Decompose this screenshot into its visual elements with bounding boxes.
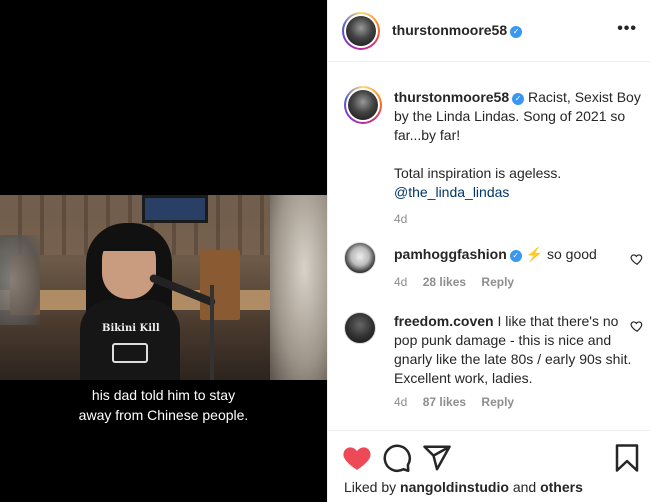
comment-bubble-icon[interactable]: [382, 443, 412, 473]
comment-body: ⚡ so good: [525, 246, 597, 262]
caption-timestamp[interactable]: 4d: [394, 210, 644, 229]
caption-text: thurstonmoore58 ✓ Racist, Sexist Boy by t…: [394, 88, 644, 229]
subtitle-line-2: away from Chinese people.: [78, 407, 249, 423]
person-bangs: [98, 227, 160, 251]
liked-by-joiner: and: [512, 479, 537, 495]
comment-like-heart-icon[interactable]: [630, 319, 644, 333]
caption-body-2: Total inspiration is ageless.: [394, 165, 562, 181]
bookmark-save-icon[interactable]: [612, 443, 642, 473]
comment-item: freedom.coven I like that there's no pop…: [344, 312, 644, 412]
avatar-image: [346, 16, 376, 46]
comment-username[interactable]: pamhoggfashion: [394, 246, 507, 262]
subtitle-line-1: his dad told him to stay: [91, 387, 236, 403]
comment-item: pamhoggfashion ✓ ⚡ so good 4d 28 likes Re…: [344, 242, 644, 292]
post-header: thurstonmoore58 ✓ •••: [328, 0, 650, 62]
comment-likes[interactable]: 87 likes: [423, 395, 466, 409]
comment-meta: 4d 28 likes Reply: [394, 275, 526, 289]
person-shirt: [80, 300, 180, 380]
comment-avatar[interactable]: [344, 242, 376, 274]
comment-text: pamhoggfashion ✓ ⚡ so good: [394, 245, 634, 264]
video-frame[interactable]: Bikini Kill: [0, 195, 327, 380]
verified-badge-icon: ✓: [512, 93, 525, 105]
avatar-image: [348, 90, 378, 120]
video-panel[interactable]: Bikini Kill his dad told him to stay awa…: [0, 0, 327, 502]
chair-background: [200, 250, 240, 320]
post-side-panel: thurstonmoore58 ✓ ••• thurstonmoore58 ✓ Ra…: [327, 0, 650, 502]
header-user: thurstonmoore58 ✓: [392, 22, 523, 40]
liked-by-others-link[interactable]: others: [540, 479, 583, 495]
shirt-print: [112, 343, 148, 363]
liked-by-summary: Liked by nangoldinstudio and others: [344, 479, 583, 495]
comment-username[interactable]: freedom.coven: [394, 313, 494, 329]
microphone-stand: [210, 285, 214, 380]
blurred-foreground-right: [270, 195, 327, 380]
like-heart-icon[interactable]: [342, 443, 372, 473]
comment-like-heart-icon[interactable]: [630, 252, 644, 266]
comment-meta: 4d 87 likes Reply: [394, 395, 526, 409]
verified-badge-icon: ✓: [509, 250, 522, 262]
header-username[interactable]: thurstonmoore58: [392, 22, 507, 38]
more-options-icon[interactable]: •••: [617, 20, 637, 38]
liked-by-prefix: Liked by: [344, 479, 397, 495]
shirt-logo-text: Bikini Kill: [102, 323, 160, 334]
comment-reply-button[interactable]: Reply: [481, 395, 514, 409]
comment-timestamp[interactable]: 4d: [394, 395, 407, 409]
blurred-foreground-left: [0, 235, 40, 325]
video-subtitle: his dad told him to stay away from Chine…: [0, 385, 327, 425]
comment-likes[interactable]: 28 likes: [423, 275, 466, 289]
comment-text: freedom.coven I like that there's no pop…: [394, 312, 634, 388]
liked-by-user-link[interactable]: nangoldinstudio: [400, 479, 509, 495]
comment-reply-button[interactable]: Reply: [481, 275, 514, 289]
share-send-icon[interactable]: [422, 443, 452, 473]
monitor-background: [142, 195, 208, 223]
post-actions: Liked by nangoldinstudio and others: [328, 430, 650, 502]
header-avatar[interactable]: [342, 12, 380, 50]
comment-timestamp[interactable]: 4d: [394, 275, 407, 289]
caption-username[interactable]: thurstonmoore58: [394, 89, 509, 105]
comment-avatar[interactable]: [344, 312, 376, 344]
verified-badge-icon: ✓: [510, 26, 523, 38]
caption-mention-link[interactable]: @the_linda_lindas: [394, 183, 644, 202]
caption-avatar[interactable]: [344, 86, 382, 124]
